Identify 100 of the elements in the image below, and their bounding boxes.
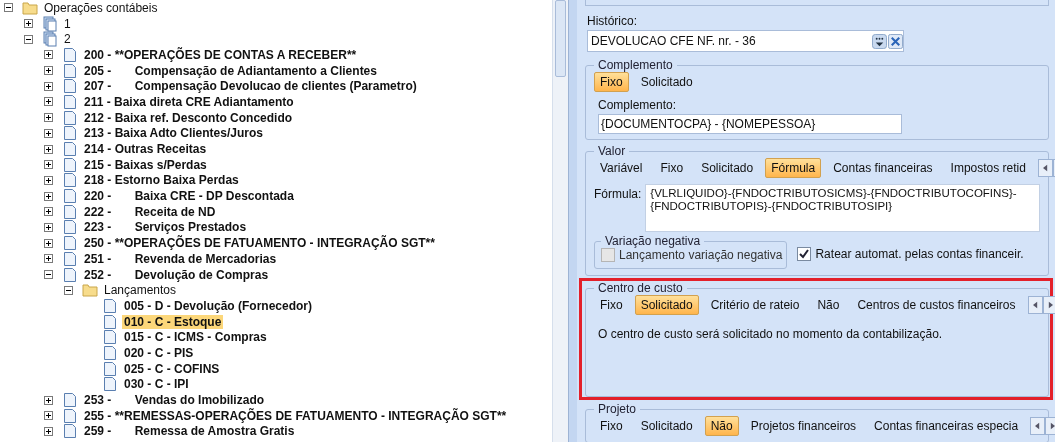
- document-icon: [102, 313, 118, 330]
- tree-item[interactable]: 252 - Devolução de Compras: [82, 267, 271, 282]
- tree-item[interactable]: 214 - Outras Receitas: [82, 142, 209, 157]
- tree-item[interactable]: 211 - Baixa direta CRE Adiantamento: [82, 94, 296, 109]
- expand-toggle[interactable]: [44, 113, 53, 123]
- tree-item[interactable]: 259 - Remessa de Amostra Gratis: [82, 424, 297, 439]
- tree-item[interactable]: 1: [62, 16, 73, 31]
- document-icon: [62, 46, 78, 63]
- checkbox-label: Lançamento variação negativa: [619, 248, 783, 262]
- expand-toggle[interactable]: [64, 285, 73, 295]
- tree-item[interactable]: 2: [62, 32, 73, 47]
- option-tab[interactable]: Projetos financeiros: [744, 416, 863, 436]
- document-icon: [62, 141, 78, 158]
- close-icon[interactable]: [888, 33, 903, 49]
- option-tab[interactable]: Solicitado: [634, 416, 699, 436]
- expand-toggle[interactable]: [44, 175, 53, 185]
- tree-item[interactable]: 025 - C - COFINS: [122, 361, 222, 376]
- tree-item[interactable]: 255 - **REMESSAS-OPERAÇÕES DE FATUAMENTO - INTEGRAÇÃO SGT**: [82, 408, 509, 423]
- option-tab[interactable]: Fixo: [594, 72, 629, 92]
- option-tab[interactable]: Solicitado: [634, 295, 699, 315]
- group-title: Valor: [597, 144, 627, 158]
- right-arrow-icon: [1047, 301, 1053, 309]
- option-tab[interactable]: Impostos retid: [944, 158, 1032, 178]
- document-icon: [102, 360, 118, 377]
- tree-item[interactable]: 030 - C - IPI: [122, 377, 191, 392]
- tree-item[interactable]: 020 - C - PIS: [122, 345, 196, 360]
- expand-toggle[interactable]: [24, 19, 33, 29]
- option-tab[interactable]: Não: [811, 295, 846, 315]
- tree-item[interactable]: 200 - **OPERAÇÕES DE CONTAS A RECEBER**: [82, 47, 359, 62]
- tree-item[interactable]: 205 - Compensação de Adiantamento a Clientes: [82, 63, 379, 78]
- option-tab[interactable]: Contas financeiras: [827, 158, 939, 178]
- field-label: Complemento:: [598, 98, 678, 112]
- scroll-left-button[interactable]: [1030, 417, 1046, 435]
- expand-toggle[interactable]: [44, 97, 53, 107]
- tree-item[interactable]: 223 - Serviços Prestados: [82, 220, 249, 235]
- expand-toggle[interactable]: [44, 254, 53, 264]
- expand-toggle[interactable]: [44, 426, 53, 436]
- tree-item[interactable]: 222 - Receita de ND: [82, 204, 218, 219]
- expand-toggle[interactable]: [24, 34, 33, 44]
- expand-toggle[interactable]: [4, 3, 13, 13]
- document-icon: [62, 125, 78, 142]
- scroll-left-button[interactable]: [1037, 159, 1053, 177]
- left-arrow-icon: [1032, 301, 1038, 309]
- group-title: Centro de custo: [597, 281, 684, 295]
- tree-item[interactable]: 010 - C - Estoque: [122, 314, 224, 329]
- document-icon: [62, 172, 78, 189]
- checkbox[interactable]: [797, 247, 812, 261]
- document-icon: [62, 109, 78, 126]
- option-tab[interactable]: Fixo: [654, 158, 690, 178]
- expand-toggle[interactable]: [44, 81, 53, 91]
- expand-toggle[interactable]: [44, 128, 53, 138]
- document-icon: [62, 235, 78, 252]
- folder-icon: [22, 0, 38, 16]
- tree-item[interactable]: 250 - **OPERAÇÕES DE FATUAMENTO - INTEGRAÇÃO SGT**: [82, 236, 437, 251]
- option-tab[interactable]: Fórmula: [765, 158, 822, 178]
- tree-item[interactable]: 220 - Baixa CRE - DP Descontada: [82, 189, 296, 204]
- expand-toggle[interactable]: [44, 160, 53, 170]
- option-tab[interactable]: Solicitado: [634, 72, 699, 92]
- tree-item[interactable]: 253 - Vendas do Imobilizado: [82, 393, 267, 408]
- expand-toggle[interactable]: [44, 222, 53, 232]
- formula-field[interactable]: {VLRLIQUIDO}-{FNDOCTRIBUTOSICMS}-{FNDOCTRIBUTOCOFINS}-{FNDOCTRIBUTOPIS}-{FNDOCTRIBUTOSIPI}: [645, 184, 1040, 232]
- tree-item[interactable]: 212 - Baixa ref. Desconto Concedido: [82, 110, 295, 125]
- field-label: Histórico:: [587, 14, 638, 28]
- option-tab[interactable]: Variável: [594, 158, 649, 178]
- expand-toggle[interactable]: [44, 207, 53, 217]
- expand-toggle[interactable]: [44, 238, 53, 248]
- tree-item[interactable]: 005 - D - Devolução (Fornecedor): [122, 298, 315, 313]
- documents-icon: [42, 31, 58, 48]
- expand-toggle[interactable]: [44, 411, 53, 421]
- tree-item[interactable]: 218 - Estorno Baixa Perdas: [82, 173, 241, 188]
- tree-item[interactable]: 015 - C - ICMS - Compras: [122, 330, 269, 345]
- tree-item[interactable]: Lançamentos: [102, 283, 179, 298]
- document-icon: [102, 344, 118, 361]
- tree-item[interactable]: Operações contábeis: [42, 0, 160, 15]
- expand-toggle[interactable]: [44, 66, 53, 76]
- dropdown-icon[interactable]: [872, 33, 887, 49]
- right-arrow-icon: [1050, 422, 1055, 430]
- option-tab[interactable]: Critério de rateio: [704, 295, 806, 315]
- tree-item[interactable]: 215 - Baixas s/Perdas: [82, 157, 209, 172]
- tree-item[interactable]: 251 - Revenda de Mercadorias: [82, 251, 279, 266]
- option-tab[interactable]: Solicitado: [695, 158, 760, 178]
- option-tab[interactable]: Centros de custos financeiros: [851, 295, 1022, 315]
- scroll-left-button[interactable]: [1027, 296, 1043, 314]
- group-title: Complemento: [597, 58, 674, 72]
- option-tab[interactable]: Fixo: [594, 295, 629, 315]
- expand-toggle[interactable]: [44, 270, 53, 280]
- option-tab[interactable]: Contas financeiras especia: [868, 416, 1025, 436]
- tree-item[interactable]: 207 - Compensação Devolucao de clientes (Parametro): [82, 79, 419, 94]
- left-arrow-icon: [1042, 164, 1048, 172]
- input-field[interactable]: DEVOLUCAO CFE NF. nr. - 36: [587, 30, 904, 52]
- expand-toggle[interactable]: [44, 191, 53, 201]
- expand-toggle[interactable]: [44, 144, 53, 154]
- option-tab[interactable]: Não: [704, 416, 739, 436]
- expand-toggle[interactable]: [44, 395, 53, 405]
- tree-item[interactable]: 213 - Baixa Adto Clientes/Juros: [82, 126, 265, 141]
- document-icon: [62, 188, 78, 205]
- scrollbar[interactable]: [552, 0, 568, 442]
- input-field[interactable]: {DOCUMENTOCPA} - {NOMEPESSOA}: [598, 114, 902, 134]
- option-tab[interactable]: Fixo: [594, 416, 629, 436]
- expand-toggle[interactable]: [44, 50, 53, 60]
